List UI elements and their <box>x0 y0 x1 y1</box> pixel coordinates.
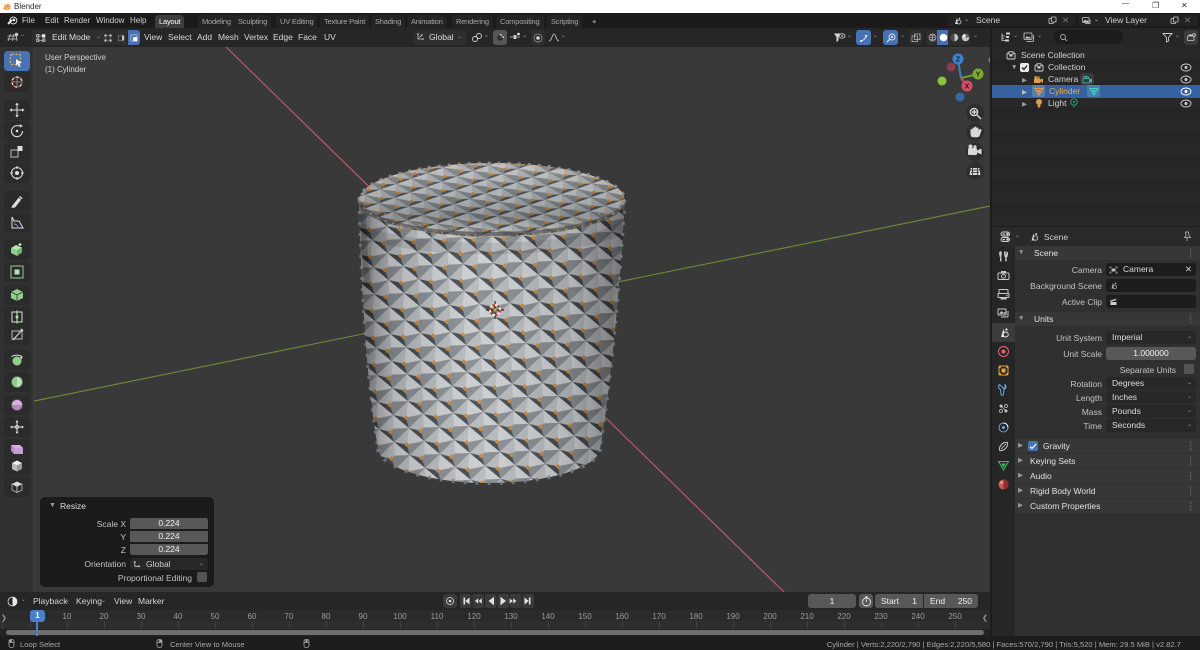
svg-text:User Perspective: User Perspective <box>45 53 106 62</box>
svg-text:(1) Cylinder: (1) Cylinder <box>45 65 87 74</box>
svg-text:❮: ❮ <box>987 55 990 64</box>
svg-text:Z: Z <box>956 57 961 64</box>
svg-text:Y: Y <box>976 72 981 79</box>
svg-text:X: X <box>965 84 970 91</box>
